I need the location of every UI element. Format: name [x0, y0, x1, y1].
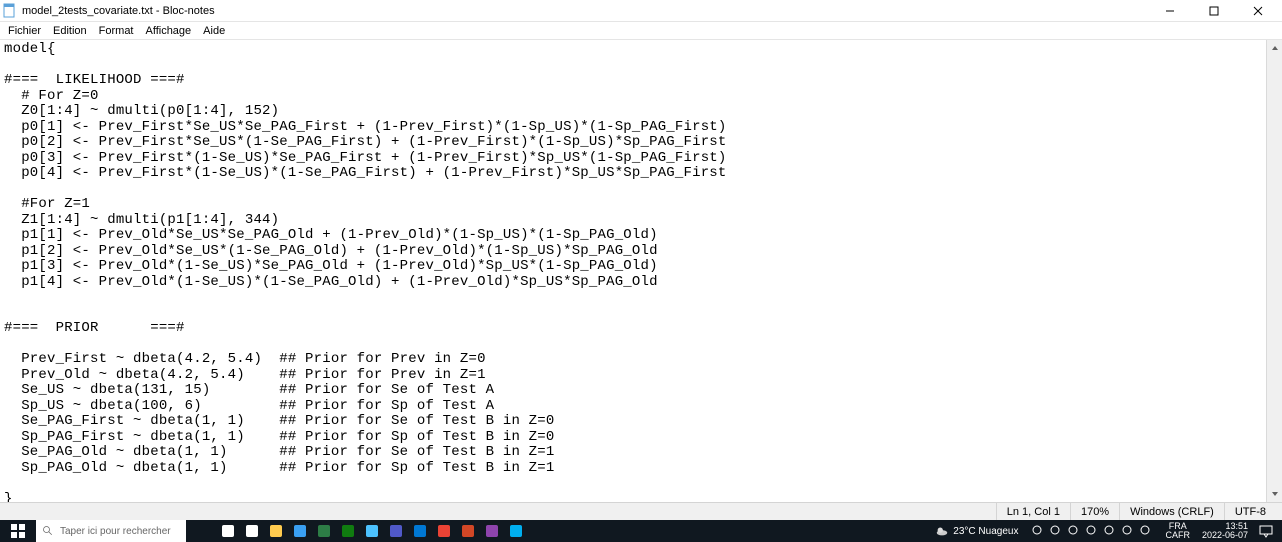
xbox-icon[interactable] — [336, 520, 360, 542]
vertical-scrollbar[interactable] — [1266, 40, 1282, 502]
status-zoom: 170% — [1070, 503, 1119, 520]
menu-affichage[interactable]: Affichage — [140, 25, 198, 37]
taskbar-apps — [216, 520, 528, 542]
ppt-icon[interactable] — [456, 520, 480, 542]
search-placeholder: Taper ici pour rechercher — [60, 526, 171, 537]
cloud-icon[interactable] — [1028, 524, 1046, 539]
search-icon — [42, 525, 54, 537]
status-encoding: UTF-8 — [1224, 503, 1276, 520]
onedrive-icon[interactable] — [1064, 524, 1082, 539]
edge-icon[interactable] — [360, 520, 384, 542]
headset-icon[interactable] — [1082, 524, 1100, 539]
app2-icon[interactable] — [480, 520, 504, 542]
scroll-up-button[interactable] — [1267, 40, 1282, 56]
menubar: Fichier Edition Format Affichage Aide — [0, 22, 1282, 40]
teams-icon[interactable] — [384, 520, 408, 542]
wifi-icon[interactable] — [1118, 524, 1136, 539]
explorer-icon[interactable] — [264, 520, 288, 542]
weather-text: 23°C Nuageux — [953, 526, 1018, 537]
status-eol: Windows (CRLF) — [1119, 503, 1224, 520]
close-button[interactable] — [1236, 0, 1280, 22]
notepad-icon — [2, 3, 18, 19]
cortana-icon[interactable] — [216, 520, 240, 542]
taskbar: Taper ici pour rechercher 23°C Nuageux F… — [0, 520, 1282, 542]
status-position: Ln 1, Col 1 — [996, 503, 1070, 520]
menu-format[interactable]: Format — [93, 25, 140, 37]
maximize-button[interactable] — [1192, 0, 1236, 22]
menu-fichier[interactable]: Fichier — [2, 25, 47, 37]
scroll-down-button[interactable] — [1267, 486, 1282, 502]
action-center-button[interactable] — [1254, 520, 1278, 542]
taskbar-right: 23°C Nuageux FRA CAFR 13:51 2022-06-07 — [930, 520, 1282, 542]
text-editor[interactable]: model{ #=== LIKELIHOOD ===# # For Z=0 Z0… — [0, 40, 1266, 502]
battery-icon[interactable] — [1100, 524, 1118, 539]
statusbar: Ln 1, Col 1 170% Windows (CRLF) UTF-8 — [0, 502, 1282, 520]
vol-icon[interactable] — [1136, 524, 1154, 539]
chrome-icon[interactable] — [432, 520, 456, 542]
minimize-button[interactable] — [1148, 0, 1192, 22]
taskbar-search[interactable]: Taper ici pour rechercher — [36, 520, 186, 542]
system-tray — [1023, 520, 1159, 542]
store-icon[interactable] — [288, 520, 312, 542]
menu-aide[interactable]: Aide — [197, 25, 231, 37]
window-title: model_2tests_covariate.txt - Bloc-notes — [22, 5, 1148, 17]
clock[interactable]: 13:51 2022-06-07 — [1196, 522, 1254, 540]
titlebar: model_2tests_covariate.txt - Bloc-notes — [0, 0, 1282, 22]
start-button[interactable] — [0, 520, 36, 542]
language-indicator[interactable]: FRA CAFR — [1159, 522, 1196, 540]
window-controls — [1148, 0, 1280, 22]
menu-edition[interactable]: Edition — [47, 25, 93, 37]
taskbar-left: Taper ici pour rechercher — [0, 520, 528, 542]
weather-icon — [935, 524, 949, 538]
app1-icon[interactable] — [312, 520, 336, 542]
outlook-icon[interactable] — [408, 520, 432, 542]
taskview-icon[interactable] — [240, 520, 264, 542]
editor-area: model{ #=== LIKELIHOOD ===# # For Z=0 Z0… — [0, 40, 1282, 502]
up-icon[interactable] — [1046, 524, 1064, 539]
clock-date: 2022-06-07 — [1202, 531, 1248, 540]
weather-widget[interactable]: 23°C Nuageux — [930, 520, 1023, 542]
skype-icon[interactable] — [504, 520, 528, 542]
lang-secondary: CAFR — [1165, 531, 1190, 540]
